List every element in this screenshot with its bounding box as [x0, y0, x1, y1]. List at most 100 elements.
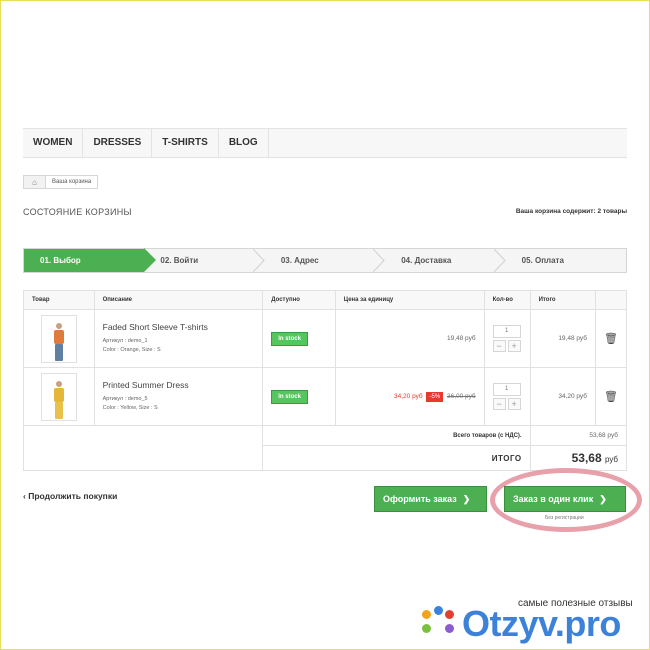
checkout-button[interactable]: Оформить заказ ❯: [374, 486, 487, 512]
product-sku: Артикул : demo_1: [102, 338, 148, 344]
step-label: 05. Оплата: [521, 256, 564, 265]
step-label: 01. Выбор: [40, 256, 81, 265]
delete-cell: 🗑: [594, 309, 628, 368]
line-total-cell: 34,20 руб: [529, 367, 596, 426]
table-row: Printed Summer Dress Артикул : demo_5 Co…: [23, 367, 628, 426]
col-header-unit-price: Цена за единицу: [334, 290, 485, 310]
figure-torso: [53, 329, 64, 344]
figure-legs: [54, 343, 63, 361]
cart-table: Товар Описание Доступно Цена за единицу …: [22, 290, 628, 471]
stock-badge: In stock: [271, 331, 308, 346]
product-image[interactable]: [40, 314, 77, 363]
line-total: 19,48 руб: [558, 335, 587, 342]
product-name-link[interactable]: Faded Short Sleeve T-shirts: [103, 322, 255, 332]
grand-total-label: ИТОГО: [262, 445, 531, 471]
table-row: Faded Short Sleeve T-shirts Артикул : de…: [23, 309, 628, 368]
unit-price-cell: 19,48 руб: [334, 309, 485, 368]
col-header-actions: [594, 290, 628, 310]
step-label: 03. Адрес: [280, 256, 319, 265]
one-click-button-label: Заказ в один клик: [513, 494, 594, 504]
home-icon[interactable]: ⌂: [24, 176, 46, 188]
product-description-cell: Printed Summer Dress Артикул : demo_5 Co…: [93, 367, 264, 426]
trash-icon[interactable]: 🗑: [604, 333, 618, 345]
table-header-row: Товар Описание Доступно Цена за единицу …: [23, 290, 628, 310]
product-image[interactable]: [40, 372, 77, 421]
minus-icon[interactable]: −: [492, 340, 506, 352]
col-header-description: Описание: [93, 290, 264, 310]
minus-icon[interactable]: −: [492, 398, 506, 410]
step-delivery[interactable]: 04. Доставка: [385, 249, 506, 272]
unit-price: 34,20 руб: [394, 393, 423, 400]
figure-head: [55, 380, 62, 387]
step-label: 04. Доставка: [401, 256, 452, 265]
unit-price-cell: 34,20 руб -5% 36,00 руб: [334, 367, 485, 426]
nav-item-dresses[interactable]: DRESSES: [83, 129, 153, 157]
quantity-stepper: 1 − +: [492, 325, 521, 352]
product-image-cell: [23, 309, 95, 368]
one-click-order-button[interactable]: Заказ в один клик ❯: [504, 486, 626, 512]
plus-icon[interactable]: +: [507, 398, 521, 410]
availability-cell: In stock: [262, 367, 336, 426]
quantity-stepper: 1 − +: [492, 383, 521, 410]
chevron-right-icon: ❯: [599, 494, 607, 504]
product-name-link[interactable]: Printed Summer Dress: [103, 380, 255, 390]
step-separator-icon: [373, 249, 385, 272]
delete-cell: 🗑: [594, 367, 628, 426]
quantity-input[interactable]: 1: [492, 383, 521, 396]
continue-shopping-link[interactable]: ‹ Продолжить покупки: [23, 491, 117, 501]
grand-total-value: 53,68: [571, 451, 602, 465]
product-image-cell: [23, 367, 95, 426]
checkout-steps: 01. Выбор 02. Войти 03. Адрес 04. Достав…: [23, 248, 627, 273]
step-login[interactable]: 02. Войти: [144, 249, 265, 272]
quantity-input[interactable]: 1: [492, 325, 521, 338]
col-header-quantity: Кол-во: [483, 290, 531, 310]
grand-total: 53,68 руб: [529, 445, 628, 471]
no-registration-note: Без регистрации: [545, 515, 584, 521]
step-label: 02. Войти: [160, 256, 199, 265]
cart-count: Ваша корзина содержит: 2 товары: [515, 208, 627, 215]
old-price: 36,00 руб: [446, 393, 476, 400]
watermark-brand: Otzyv.pro: [462, 603, 621, 644]
step-address[interactable]: 03. Адрес: [265, 249, 385, 272]
chevron-left-icon: ‹: [23, 491, 26, 501]
step-separator-icon: [493, 249, 506, 272]
trash-icon[interactable]: 🗑: [604, 391, 618, 403]
page-title: Состояние корзины: [23, 207, 132, 217]
subtotal-row: Всего товаров (с НДС). 53,68 руб: [22, 425, 628, 471]
subtotal-value: 53,68 руб: [529, 425, 628, 446]
availability-cell: In stock: [262, 309, 336, 368]
quantity-cell: 1 − +: [483, 309, 531, 368]
nav-item-tshirts[interactable]: T-SHIRTS: [152, 129, 219, 157]
checkout-button-label: Оформить заказ: [383, 494, 457, 504]
col-header-product: Товар: [23, 290, 95, 310]
figure-torso: [53, 387, 64, 402]
unit-price: 19,48 руб: [446, 335, 476, 342]
nav-item-blog[interactable]: BLOG: [219, 129, 269, 157]
nav-item-women[interactable]: WOMEN: [23, 129, 84, 157]
chevron-right-icon: ❯: [462, 494, 471, 504]
step-payment[interactable]: 05. Оплата: [506, 249, 626, 272]
people-icon: [420, 606, 456, 642]
discount-badge: -5%: [426, 392, 444, 402]
breadcrumb: ⌂ Ваша корзина: [23, 175, 99, 189]
quantity-cell: 1 − +: [483, 367, 531, 426]
product-figure-icon: [52, 322, 66, 362]
product-sku: Артикул : demo_5: [102, 396, 148, 402]
empty-footer-cell: [22, 425, 264, 471]
product-figure-icon: [52, 380, 66, 420]
figure-head: [55, 322, 62, 329]
product-attributes[interactable]: Color : Yellow, Size : S: [103, 404, 255, 413]
col-header-total: Итого: [529, 290, 596, 310]
product-attributes[interactable]: Color : Orange, Size : S: [103, 346, 255, 355]
continue-shopping-label: Продолжить покупки: [28, 491, 118, 501]
step-select: 01. Выбор: [24, 248, 157, 272]
breadcrumb-current: Ваша корзина: [52, 179, 92, 185]
step-separator-icon: [252, 249, 265, 272]
figure-legs: [54, 401, 63, 419]
stock-badge: In stock: [271, 389, 308, 404]
plus-icon[interactable]: +: [507, 340, 521, 352]
watermark-logo: Otzyv.pro: [420, 603, 621, 645]
line-total-cell: 19,48 руб: [529, 309, 596, 368]
col-header-availability: Доступно: [262, 290, 336, 310]
line-total: 34,20 руб: [558, 393, 587, 400]
